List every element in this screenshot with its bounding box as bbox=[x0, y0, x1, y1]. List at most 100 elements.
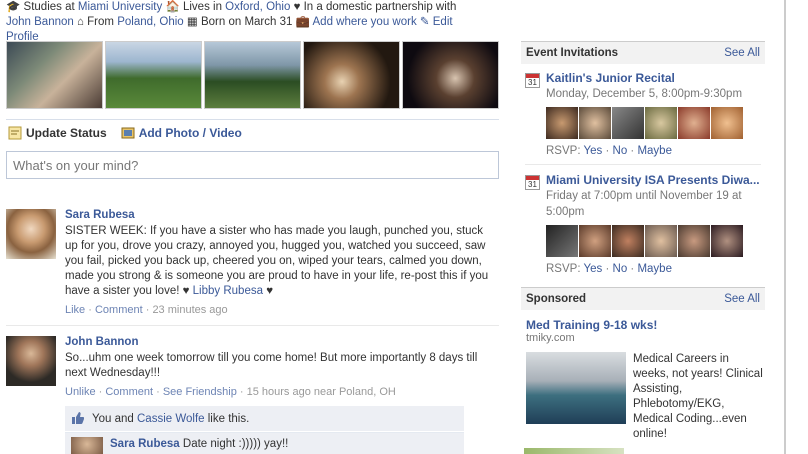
next-ad-peek bbox=[524, 448, 624, 454]
story-actor[interactable]: John Bannon bbox=[65, 336, 499, 348]
mention-link[interactable]: Libby Rubesa bbox=[193, 285, 263, 297]
unlike-link[interactable]: Unlike bbox=[65, 386, 96, 398]
comment-author[interactable]: Sara Rubesa bbox=[110, 438, 180, 450]
rsvp-yes[interactable]: Yes bbox=[584, 145, 603, 157]
rsvp-maybe[interactable]: Maybe bbox=[637, 263, 672, 275]
attendee-photo[interactable] bbox=[711, 107, 743, 139]
composer-tabs: Update Status Add Photo / Video bbox=[8, 126, 242, 140]
story-meta: Like · Comment · 23 minutes ago bbox=[65, 304, 228, 316]
profile-photo-3[interactable] bbox=[204, 41, 301, 109]
profile-photo-5[interactable] bbox=[402, 41, 499, 109]
event-item: 31 Kaitlin's Junior Recital Monday, Dece… bbox=[521, 71, 765, 157]
attendee-photo[interactable] bbox=[546, 107, 578, 139]
profile-photo-4[interactable] bbox=[303, 41, 400, 109]
profile-photo-1[interactable] bbox=[6, 41, 103, 109]
profile-info: 🎓 Studies at Miami University 🏠 Lives in… bbox=[6, 0, 476, 45]
events-see-all[interactable]: See All bbox=[724, 47, 760, 59]
timestamp: 23 minutes ago bbox=[152, 304, 228, 316]
attendee-photo[interactable] bbox=[678, 107, 710, 139]
story-actor[interactable]: Sara Rubesa bbox=[65, 209, 499, 221]
likes-bar: You and Cassie Wolfe like this. bbox=[65, 406, 464, 431]
event-title[interactable]: Kaitlin's Junior Recital bbox=[546, 71, 765, 86]
attendee-thumbs bbox=[546, 107, 765, 139]
right-sidebar: Event Invitations See All 31 Kaitlin's J… bbox=[521, 41, 765, 442]
hometown-link[interactable]: Poland, Ohio bbox=[117, 16, 184, 28]
photo-icon bbox=[121, 126, 135, 140]
ad-url[interactable]: tmiky.com bbox=[526, 332, 765, 344]
events-header: Event Invitations See All bbox=[521, 41, 765, 64]
comment-text: Date night :))))) yay!! bbox=[182, 438, 289, 450]
rsvp-label: RSVP: bbox=[546, 145, 581, 157]
liker-link[interactable]: Cassie Wolfe bbox=[137, 413, 205, 425]
partner-link[interactable]: John Bannon bbox=[6, 16, 74, 28]
story-meta: Unlike · Comment · See Friendship · 15 h… bbox=[65, 386, 396, 398]
add-photo-tab[interactable]: Add Photo / Video bbox=[121, 126, 242, 140]
briefcase-icon: 💼 bbox=[295, 16, 310, 28]
ad-text: Medical Careers in weeks, not years! Cli… bbox=[633, 353, 763, 440]
attendee-thumbs bbox=[546, 225, 765, 257]
lives-prefix: Lives in bbox=[182, 1, 222, 13]
rsvp-no[interactable]: No bbox=[613, 145, 628, 157]
rsvp-row: RSVP: Yes · No · Maybe bbox=[546, 263, 672, 275]
attendee-photo[interactable] bbox=[546, 225, 578, 257]
attendee-photo[interactable] bbox=[579, 107, 611, 139]
relationship-prefix: In a domestic partnership with bbox=[303, 1, 457, 13]
heart-text: ♥ bbox=[266, 285, 274, 297]
event-item: 31 Miami University ISA Presents Diwa...… bbox=[521, 173, 765, 275]
rsvp-maybe[interactable]: Maybe bbox=[637, 145, 672, 157]
sponsored-see-all[interactable]: See All bbox=[724, 293, 760, 305]
attendee-photo[interactable] bbox=[678, 225, 710, 257]
ad-content: Medical Careers in weeks, not years! Cli… bbox=[526, 352, 765, 442]
story-text: SISTER WEEK: If you have a sister who ha… bbox=[65, 225, 489, 297]
attendee-photo[interactable] bbox=[579, 225, 611, 257]
photo-strip bbox=[6, 41, 499, 109]
studies-prefix: Studies at bbox=[23, 1, 75, 13]
likes-prefix: You and bbox=[92, 413, 134, 425]
profile-photo-2[interactable] bbox=[105, 41, 202, 109]
story-body: John Bannon So...uhm one week tomorrow t… bbox=[65, 336, 499, 398]
school-link[interactable]: Miami University bbox=[78, 1, 162, 13]
attendee-photo[interactable] bbox=[645, 225, 677, 257]
see-friendship-link[interactable]: See Friendship bbox=[163, 386, 237, 398]
thumbs-up-icon bbox=[71, 412, 85, 424]
rsvp-no[interactable]: No bbox=[613, 263, 628, 275]
house-icon: 🏠 bbox=[165, 1, 180, 13]
event-time: Monday, December 5, 8:00pm-9:30pm bbox=[546, 88, 743, 100]
attendee-photo[interactable] bbox=[645, 107, 677, 139]
attendee-photo[interactable] bbox=[612, 225, 644, 257]
attendee-photo[interactable] bbox=[612, 107, 644, 139]
events-title: Event Invitations bbox=[526, 47, 619, 59]
comment-link[interactable]: Comment bbox=[105, 386, 153, 398]
story-message: SISTER WEEK: If you have a sister who ha… bbox=[65, 224, 499, 299]
sponsored-title: Sponsored bbox=[526, 293, 587, 305]
avatar[interactable] bbox=[6, 336, 56, 386]
home-icon: ⌂ bbox=[77, 16, 84, 28]
sponsored-header: Sponsored See All bbox=[521, 287, 765, 310]
status-icon bbox=[8, 126, 22, 140]
calendar-icon: ▦ bbox=[186, 16, 198, 28]
event-time: Friday at 7:00pm until November 19 at 5:… bbox=[546, 190, 742, 218]
like-link[interactable]: Like bbox=[65, 304, 85, 316]
comment-link[interactable]: Comment bbox=[95, 304, 143, 316]
update-status-tab[interactable]: Update Status bbox=[8, 126, 107, 140]
ad-image[interactable] bbox=[526, 352, 626, 424]
calendar-icon: 31 bbox=[525, 73, 540, 88]
city-link[interactable]: Oxford, Ohio bbox=[225, 1, 290, 13]
graduation-cap-icon: 🎓 bbox=[6, 1, 21, 13]
event-title[interactable]: Miami University ISA Presents Diwa... bbox=[546, 173, 765, 188]
likes-suffix: like this. bbox=[207, 413, 250, 425]
attendee-photo[interactable] bbox=[711, 225, 743, 257]
avatar[interactable] bbox=[6, 209, 56, 259]
divider bbox=[525, 164, 761, 165]
rsvp-yes[interactable]: Yes bbox=[584, 263, 603, 275]
heart-icon: ♥ bbox=[293, 1, 301, 13]
calendar-icon: 31 bbox=[525, 175, 540, 190]
add-work-link[interactable]: Add where you work bbox=[313, 16, 417, 28]
comment-avatar[interactable] bbox=[71, 437, 103, 454]
add-photo-label: Add Photo / Video bbox=[138, 126, 242, 140]
status-input[interactable]: What's on your mind? bbox=[6, 151, 499, 179]
birthday-text: Born on March 31 bbox=[200, 16, 293, 28]
scrollbar[interactable] bbox=[784, 0, 786, 454]
ad-title[interactable]: Med Training 9-18 wks! bbox=[526, 318, 765, 332]
divider bbox=[6, 119, 499, 120]
